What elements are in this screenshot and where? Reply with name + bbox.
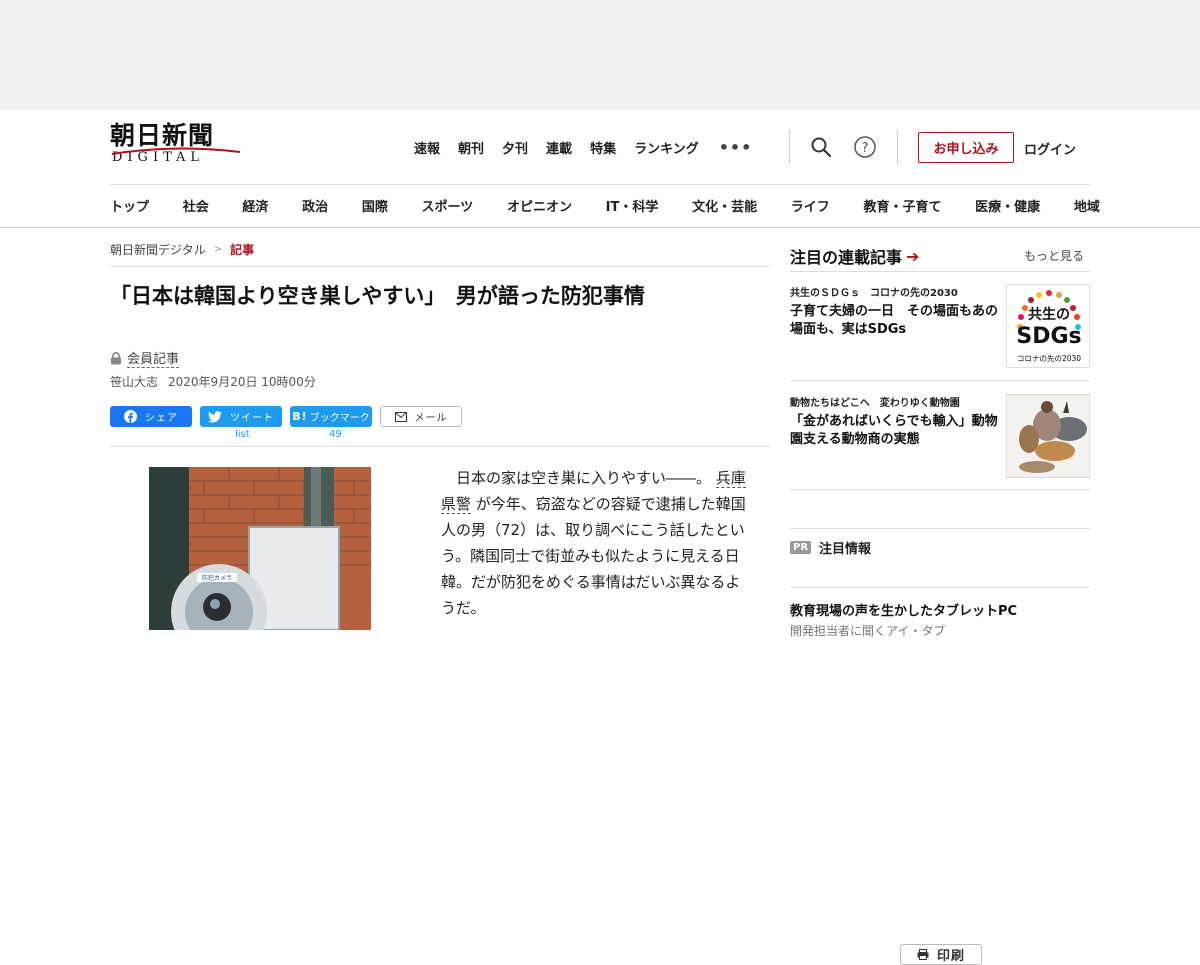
print-button[interactable]: 印刷 [900, 944, 982, 965]
login-link[interactable]: ログイン [1024, 139, 1076, 158]
series-card[interactable]: 動物たちはどこへ 変わりゆく動物園 「金があればいくらでも輸入」動物園支える動物… [790, 394, 1090, 478]
divider [110, 266, 770, 267]
animals-thumbnail[interactable] [1006, 394, 1090, 478]
twitter-icon [208, 410, 222, 423]
category-economy[interactable]: 経済 [242, 196, 268, 215]
category-top[interactable]: トップ [110, 196, 149, 215]
divider [790, 380, 1090, 381]
divider [790, 587, 1090, 588]
twitter-share-label: ツイート [230, 413, 274, 424]
nav-yukan[interactable]: 夕刊 [502, 138, 528, 157]
category-politics[interactable]: 政治 [302, 196, 328, 215]
divider [790, 271, 1090, 272]
camera-sign-text: 防犯カメラ [202, 574, 232, 582]
twitter-share-button[interactable]: ツイート [200, 406, 282, 427]
search-icon[interactable] [808, 134, 834, 160]
facebook-share-label: シェア [145, 413, 178, 424]
nav-tokushu[interactable]: 特集 [590, 138, 616, 157]
sdgs-thumbnail[interactable]: 共生の SDGs コロナの先の2030 [1006, 284, 1090, 368]
category-local[interactable]: 地域 [1074, 196, 1100, 215]
pr-headline[interactable]: 教育現場の声を生かしたタブレットPC [790, 600, 1017, 619]
pr-subline[interactable]: 開発担当者に聞くアイ・タブ [790, 622, 945, 639]
sidebar-title[interactable]: 注目の連載記事 ➔ [790, 244, 919, 268]
nav-sokuho[interactable]: 速報 [414, 138, 440, 157]
arrow-right-icon: ➔ [906, 246, 920, 266]
series-card[interactable]: 共生のＳＤＧｓ コロナの先の2030 子育て夫婦の一日 その場面もあの場面も、実… [790, 284, 1090, 368]
body-text: が今年、窃盗などの容疑で逮捕した韓国人の男（72）は、取り調べにこう話したという… [441, 495, 746, 617]
print-icon [917, 949, 929, 960]
category-it-science[interactable]: IT・科学 [606, 196, 659, 215]
mail-share-label: メール [414, 413, 448, 424]
more-menu-icon[interactable]: ••• [719, 138, 753, 157]
nav-ranking[interactable]: ランキング [634, 138, 699, 157]
breadcrumb-current[interactable]: 記事 [230, 241, 254, 258]
subscribe-button[interactable]: お申し込み [918, 132, 1014, 163]
category-culture[interactable]: 文化・芸能 [692, 196, 757, 215]
article-photo[interactable]: 防犯カメラ [149, 467, 371, 630]
svg-text:?: ? [862, 141, 869, 156]
sdgs-thumb-line3: コロナの先の2030 [1017, 353, 1081, 363]
print-label: 印刷 [936, 949, 965, 964]
lock-icon [111, 351, 121, 364]
share-bar: シェア ツイート B! ブックマーク メール 印刷 [110, 406, 982, 965]
facebook-share-button[interactable]: シェア [110, 406, 192, 427]
see-more-link[interactable]: もっと見る [1024, 247, 1084, 264]
hatena-bookmark-button[interactable]: B! ブックマーク [290, 406, 372, 427]
series-headline[interactable]: 子育て夫婦の一日 その場面もあの場面も、実はSDGs [790, 303, 1002, 339]
publish-date: 2020年9月20日 10時00分 [168, 375, 316, 389]
sidebar-title-text: 注目の連載記事 [790, 248, 903, 267]
category-international[interactable]: 国際 [362, 196, 388, 215]
hatena-icon: B! [292, 410, 308, 423]
mail-share-button[interactable]: メール [380, 406, 462, 427]
header-divider-2 [897, 130, 898, 164]
site-logo[interactable]: 朝日新聞 DIGITAL [110, 122, 242, 170]
article-title: 「日本は韓国より空き巣しやすい」 男が語った防犯事情 [110, 284, 645, 308]
breadcrumb-separator: > [213, 244, 223, 255]
nav-rensai[interactable]: 連載 [546, 138, 572, 157]
category-life[interactable]: ライフ [791, 196, 830, 215]
twitter-count[interactable]: list [235, 429, 250, 440]
facebook-icon [124, 410, 137, 423]
sdgs-thumb-line2: SDGs [1016, 324, 1081, 349]
category-nav: トップ 社会 経済 政治 国際 スポーツ オピニオン IT・科学 文化・芸能 ラ… [110, 196, 1100, 215]
help-icon[interactable]: ? [852, 134, 878, 160]
series-headline[interactable]: 「金があればいくらでも輸入」動物園支える動物商の実態 [790, 413, 1002, 449]
sdgs-thumb-line1: 共生の [1028, 306, 1070, 323]
pr-section-label: 注目情報 [819, 542, 872, 557]
hatena-bookmark-label: ブックマーク [309, 413, 370, 424]
nav-chokan[interactable]: 朝刊 [458, 138, 484, 157]
mail-icon [394, 411, 407, 422]
header-divider [789, 130, 790, 164]
top-nav: 速報 朝刊 夕刊 連載 特集 ランキング ••• [414, 138, 752, 157]
ad-banner-area [0, 0, 1200, 110]
article-body: 日本の家は空き巣に入りやすい――。 兵庫県警 が今年、窃盗などの容疑で逮捕した韓… [441, 465, 751, 621]
divider [790, 528, 1090, 529]
category-sports[interactable]: スポーツ [422, 196, 474, 215]
pr-tag: PR [790, 541, 812, 554]
category-society[interactable]: 社会 [183, 196, 209, 215]
nav-divider [110, 184, 1090, 185]
breadcrumb-home[interactable]: 朝日新聞デジタル [110, 241, 206, 258]
category-education[interactable]: 教育・子育て [863, 196, 941, 215]
member-badge[interactable]: 会員記事 [110, 348, 180, 368]
byline: 笹山大志 2020年9月20日 10時00分 [110, 373, 316, 390]
category-health[interactable]: 医療・健康 [975, 196, 1040, 215]
logo-swoosh [111, 147, 241, 155]
divider [790, 489, 1090, 490]
breadcrumb: 朝日新聞デジタル > 記事 [110, 241, 254, 258]
pr-section-header: PR 注目情報 [790, 538, 871, 557]
body-lead: 日本の家は空き巣に入りやすい――。 [456, 469, 712, 487]
category-opinion[interactable]: オピニオン [507, 196, 572, 215]
hatena-count[interactable]: 49 [329, 429, 342, 440]
divider [110, 446, 770, 447]
member-label: 会員記事 [127, 348, 180, 368]
site-header: 朝日新聞 DIGITAL 速報 朝刊 夕刊 連載 特集 ランキング ••• ? … [0, 110, 1200, 228]
author-name: 笹山大志 [110, 375, 159, 389]
